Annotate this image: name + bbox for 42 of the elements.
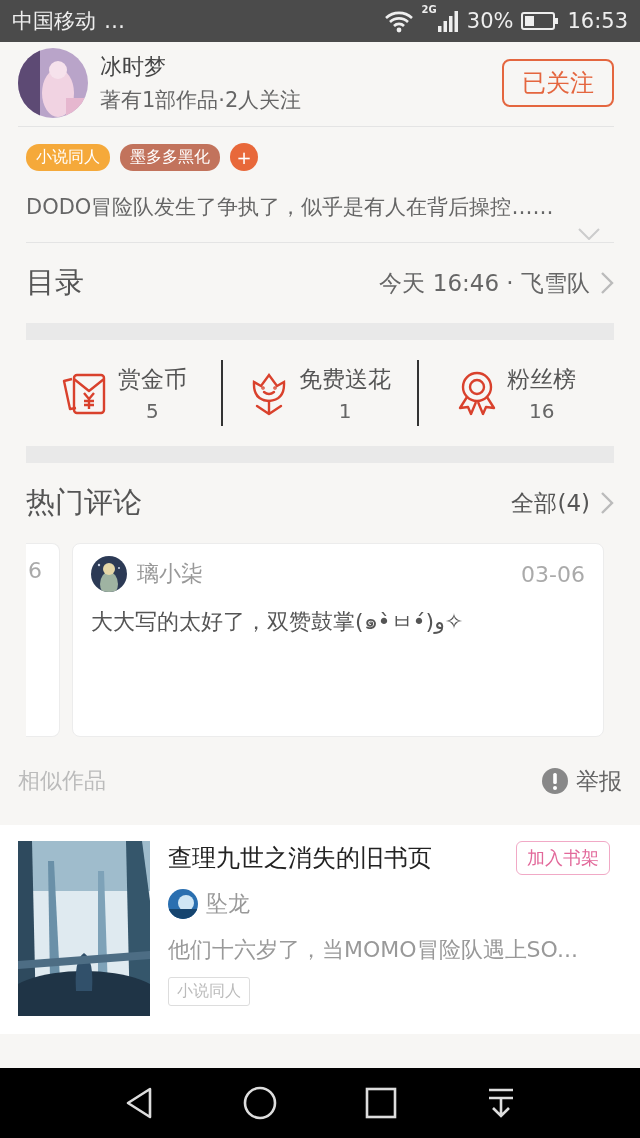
wifi-icon — [383, 9, 414, 33]
section-title: 相似作品 — [18, 767, 106, 795]
comment-date: 03-06 — [521, 561, 585, 587]
notification-more: … — [104, 9, 125, 33]
carrier-name: 中国移动 — [12, 8, 96, 35]
catalog-title: 目录 — [26, 264, 84, 301]
stat-label[interactable]: 粉丝榜 — [507, 363, 577, 395]
comment-date: 6 — [28, 558, 42, 583]
book-title[interactable]: 查理九世之消失的旧书页 — [168, 842, 432, 874]
battery-percent: 30% — [466, 9, 514, 33]
clock-time: 16:53 — [567, 9, 628, 33]
latest-chapter[interactable]: 今天 16:46 · 飞雪队 — [379, 267, 590, 299]
author-name: 冰时梦 — [100, 53, 167, 81]
stat-count: 1 — [338, 398, 352, 423]
book-card[interactable]: 查理九世之消失的旧书页 加入书架 坠龙 他们十六岁了，当MOMO冒险队遇上SO... 小说同人 — [0, 825, 640, 1034]
stat-count: 5 — [145, 398, 159, 423]
comment-author: 璃小柒 — [137, 560, 203, 588]
stat-count: 16 — [528, 398, 555, 423]
battery-icon — [521, 11, 560, 31]
award-ribbon-icon — [457, 370, 498, 416]
stat-label[interactable]: 免费送花 — [299, 363, 391, 395]
author-stats: 著有1部作品·2人关注 — [100, 87, 302, 114]
section-title: 热门评论 — [26, 484, 142, 521]
home-icon[interactable] — [242, 1086, 277, 1120]
signal-icon — [436, 9, 459, 33]
add-to-shelf-button[interactable]: 加入书架 — [516, 841, 610, 875]
book-tag: 小说同人 — [168, 977, 250, 1006]
recent-apps-icon[interactable] — [365, 1087, 398, 1119]
warning-icon[interactable] — [542, 768, 568, 794]
comment-text: 大大写的太好了，双赞鼓掌(๑•̀ㅂ•́)و✧ — [91, 608, 465, 636]
stat-label[interactable]: 赏金币 — [117, 363, 187, 395]
follow-button[interactable]: 已关注 — [502, 59, 614, 107]
book-description: DODO冒险队发生了争执了，似乎是有人在背后操控…… — [26, 194, 555, 221]
all-comments-link[interactable]: 全部(4) — [511, 487, 590, 519]
tag[interactable]: 墨多多黑化 — [120, 143, 220, 171]
add-tag-button[interactable]: + — [230, 143, 258, 171]
book-author: 坠龙 — [206, 890, 250, 918]
report-link[interactable]: 举报 — [576, 765, 622, 797]
chevron-right-icon — [600, 491, 614, 515]
chevron-right-icon — [600, 271, 614, 295]
book-description: 他们十六岁了，当MOMO冒险队遇上SO... — [168, 936, 579, 964]
network-type: 2G — [421, 4, 437, 15]
